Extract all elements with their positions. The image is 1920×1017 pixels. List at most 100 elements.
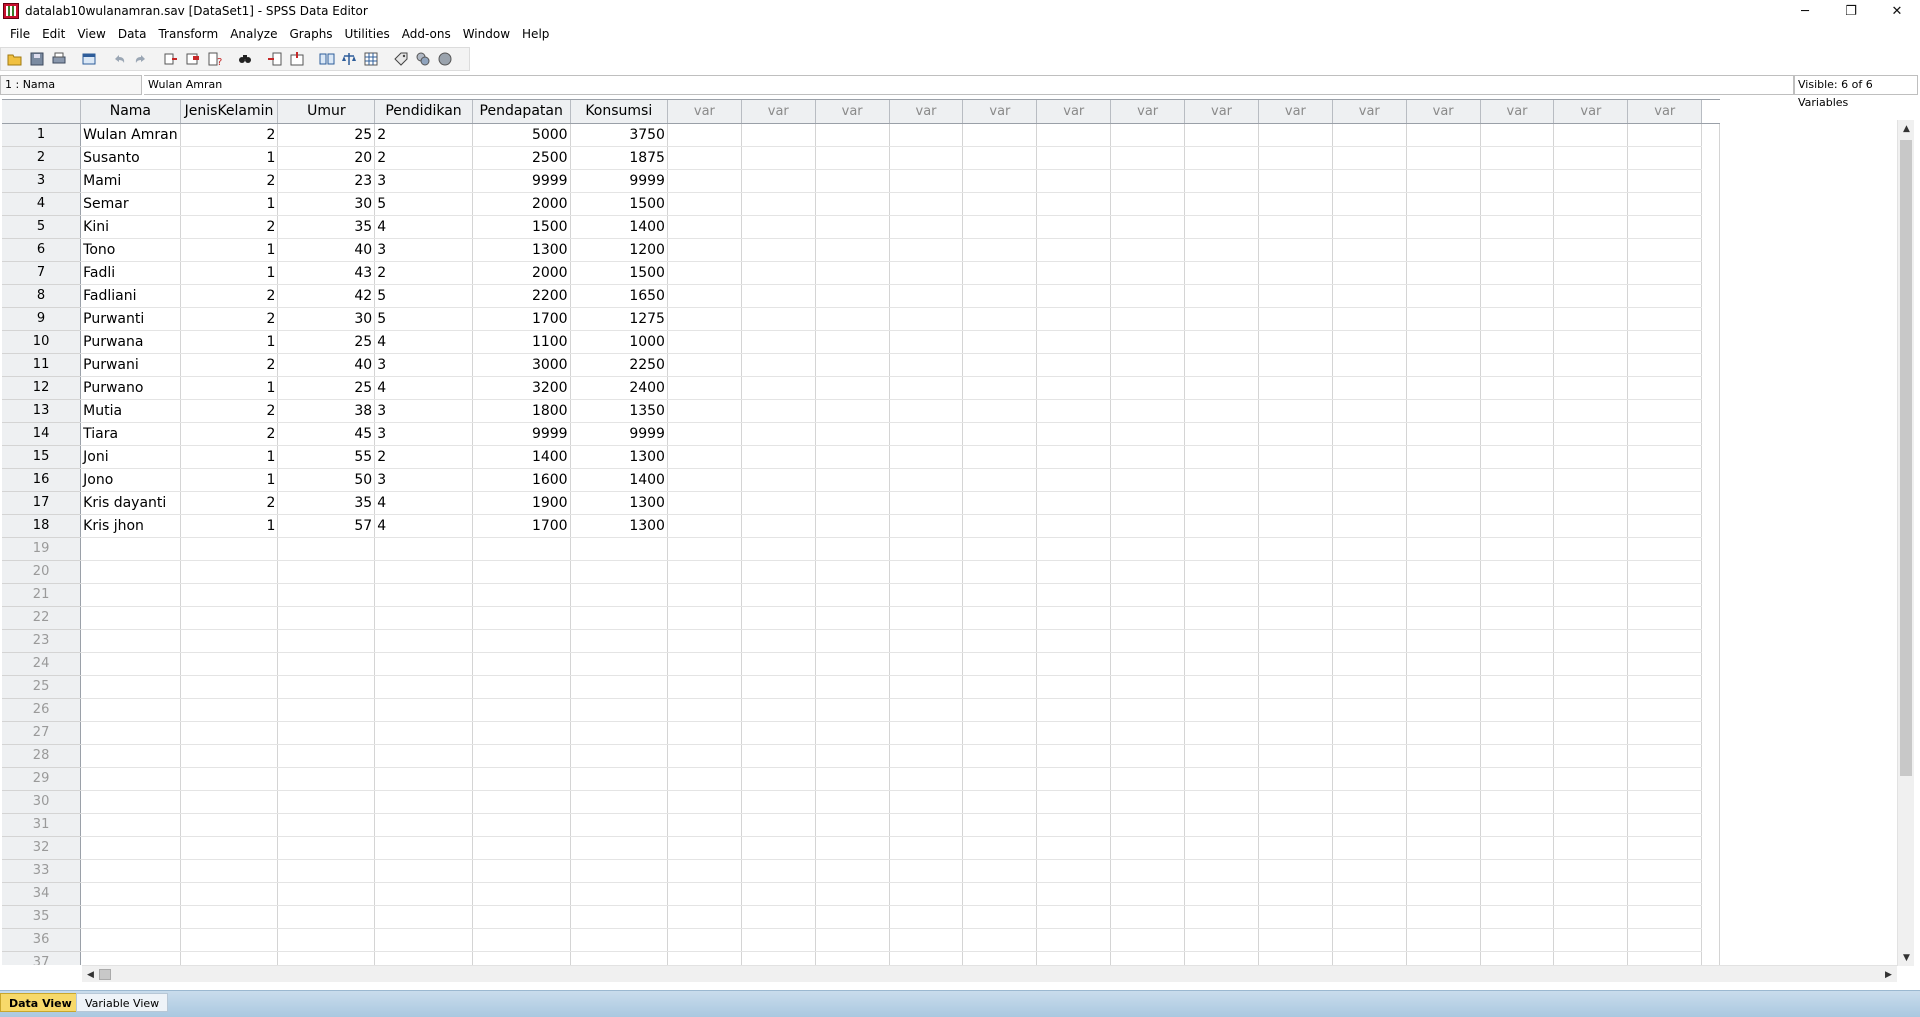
empty-cell[interactable]: [815, 767, 890, 791]
empty-cell[interactable]: [1036, 238, 1112, 262]
data-cell[interactable]: [277, 928, 376, 952]
row-number[interactable]: 4: [2, 192, 82, 216]
empty-cell[interactable]: [1110, 836, 1186, 860]
empty-cell[interactable]: [889, 721, 964, 745]
empty-cell[interactable]: [889, 353, 964, 377]
data-cell[interactable]: [80, 813, 181, 837]
empty-cell[interactable]: [1627, 169, 1703, 193]
empty-cell[interactable]: [1332, 238, 1407, 262]
empty-cell[interactable]: [1036, 123, 1112, 147]
row-number[interactable]: 14: [2, 422, 82, 446]
empty-cell[interactable]: [889, 192, 964, 216]
empty-cell[interactable]: [962, 445, 1038, 469]
row-number[interactable]: 1: [2, 123, 82, 147]
data-cell[interactable]: [374, 721, 473, 745]
empty-cell[interactable]: [1406, 583, 1481, 607]
empty-cell[interactable]: [741, 560, 816, 584]
data-cell[interactable]: 1700: [472, 307, 571, 331]
empty-cell[interactable]: [1553, 238, 1629, 262]
empty-cell[interactable]: [667, 629, 742, 653]
empty-cell[interactable]: [1553, 491, 1629, 515]
empty-cell[interactable]: [815, 905, 890, 929]
empty-cell[interactable]: [1036, 698, 1112, 722]
data-cell[interactable]: [570, 721, 668, 745]
empty-variable-header[interactable]: var: [1553, 100, 1629, 124]
empty-cell[interactable]: [741, 675, 816, 699]
row-number[interactable]: 22: [2, 606, 82, 630]
empty-cell[interactable]: [1627, 445, 1703, 469]
empty-cell[interactable]: [741, 583, 816, 607]
empty-cell[interactable]: [1553, 537, 1629, 561]
empty-cell[interactable]: [1406, 353, 1481, 377]
row-number[interactable]: 29: [2, 767, 82, 791]
empty-cell[interactable]: [1184, 445, 1259, 469]
menu-window[interactable]: Window: [457, 24, 516, 44]
empty-cell[interactable]: [962, 399, 1038, 423]
column-header-nama[interactable]: Nama: [80, 100, 181, 124]
empty-cell[interactable]: [815, 583, 890, 607]
empty-variable-header[interactable]: var: [962, 100, 1038, 124]
empty-cell[interactable]: [1036, 652, 1112, 676]
empty-cell[interactable]: [962, 721, 1038, 745]
empty-cell[interactable]: [889, 560, 964, 584]
row-number[interactable]: 26: [2, 698, 82, 722]
empty-cell[interactable]: [1553, 583, 1629, 607]
empty-cell[interactable]: [1627, 721, 1703, 745]
row-number[interactable]: 13: [2, 399, 82, 423]
menu-edit[interactable]: Edit: [36, 24, 71, 44]
empty-cell[interactable]: [1184, 606, 1259, 630]
row-number[interactable]: 31: [2, 813, 82, 837]
data-cell[interactable]: [80, 859, 181, 883]
data-cell[interactable]: [570, 813, 668, 837]
empty-cell[interactable]: [667, 169, 742, 193]
empty-cell[interactable]: [1553, 698, 1629, 722]
data-cell[interactable]: 30: [277, 192, 376, 216]
empty-cell[interactable]: [1406, 537, 1481, 561]
empty-cell[interactable]: [1480, 307, 1555, 331]
data-cell[interactable]: 9999: [570, 422, 668, 446]
empty-cell[interactable]: [962, 307, 1038, 331]
empty-cell[interactable]: [1406, 721, 1481, 745]
empty-cell[interactable]: [1184, 514, 1259, 538]
empty-cell[interactable]: [741, 790, 816, 814]
redo-icon[interactable]: [131, 49, 151, 69]
row-number[interactable]: 9: [2, 307, 82, 331]
empty-cell[interactable]: [667, 905, 742, 929]
empty-cell[interactable]: [962, 606, 1038, 630]
data-cell[interactable]: 1600: [472, 468, 571, 492]
empty-cell[interactable]: [1480, 422, 1555, 446]
empty-cell[interactable]: [1406, 422, 1481, 446]
empty-cell[interactable]: [815, 169, 890, 193]
empty-cell[interactable]: [815, 951, 890, 965]
empty-cell[interactable]: [1036, 192, 1112, 216]
empty-cell[interactable]: [1406, 882, 1481, 906]
data-cell[interactable]: [180, 882, 279, 906]
empty-cell[interactable]: [667, 284, 742, 308]
data-cell[interactable]: 1275: [570, 307, 668, 331]
empty-cell[interactable]: [741, 514, 816, 538]
data-cell[interactable]: [180, 951, 279, 965]
empty-cell[interactable]: [962, 905, 1038, 929]
empty-variable-header[interactable]: var: [1480, 100, 1555, 124]
empty-cell[interactable]: [962, 215, 1038, 239]
empty-cell[interactable]: [1036, 905, 1112, 929]
empty-cell[interactable]: [1110, 560, 1186, 584]
scroll-right-icon[interactable]: ▶: [1880, 966, 1897, 983]
empty-cell[interactable]: [962, 675, 1038, 699]
empty-cell[interactable]: [1110, 376, 1186, 400]
empty-cell[interactable]: [889, 767, 964, 791]
empty-cell[interactable]: [962, 652, 1038, 676]
data-cell[interactable]: [374, 629, 473, 653]
empty-cell[interactable]: [1110, 353, 1186, 377]
data-cell[interactable]: [472, 928, 571, 952]
empty-cell[interactable]: [1553, 882, 1629, 906]
data-cell[interactable]: [180, 560, 279, 584]
data-cell[interactable]: Kris jhon: [80, 514, 181, 538]
empty-cell[interactable]: [1627, 767, 1703, 791]
empty-cell[interactable]: [1036, 629, 1112, 653]
data-cell[interactable]: 5: [374, 192, 473, 216]
data-cell[interactable]: 2: [374, 261, 473, 285]
empty-cell[interactable]: [667, 261, 742, 285]
data-cell[interactable]: 5: [374, 284, 473, 308]
empty-variable-header[interactable]: var: [1036, 100, 1112, 124]
